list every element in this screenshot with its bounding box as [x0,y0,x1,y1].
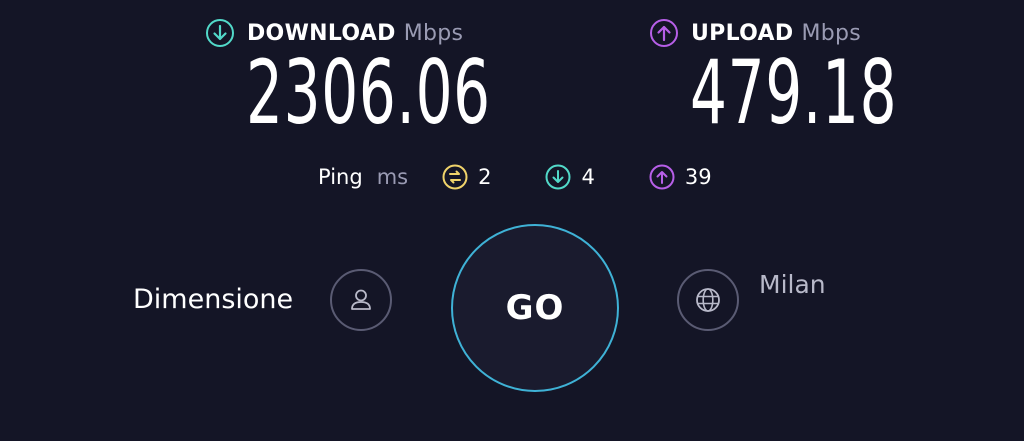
upload-arrow-icon [650,19,678,47]
speedtest-screen: DOWNLOAD Mbps 2306.06 UPLOAD Mbps 479.18… [0,0,1024,441]
go-button[interactable]: GO [450,223,620,393]
ping-upload: 39 [649,164,712,190]
ping-idle-value: 2 [478,165,492,189]
server-label[interactable]: Milan [759,270,826,299]
ping-unit: ms [376,165,409,189]
upload-latency-icon [649,164,675,190]
ping-download: 4 [545,164,595,190]
ping-download-value: 4 [581,165,595,189]
ping-label: Ping [318,165,363,189]
provider-label[interactable]: Dimensione [133,284,293,315]
provider-button[interactable] [330,269,392,331]
server-button[interactable] [677,269,739,331]
download-speed-value: 2306.06 [246,41,491,144]
idle-latency-icon [442,164,468,190]
download-arrow-icon [206,19,234,47]
upload-speed-value: 479.18 [690,41,898,144]
download-latency-icon [545,164,571,190]
globe-icon [696,288,720,312]
ping-upload-value: 39 [684,165,712,189]
ping-row: Ping ms 2 4 39 [318,160,712,194]
user-icon [351,289,371,310]
ping-idle: 2 [442,164,491,190]
go-label: GO [505,288,565,328]
